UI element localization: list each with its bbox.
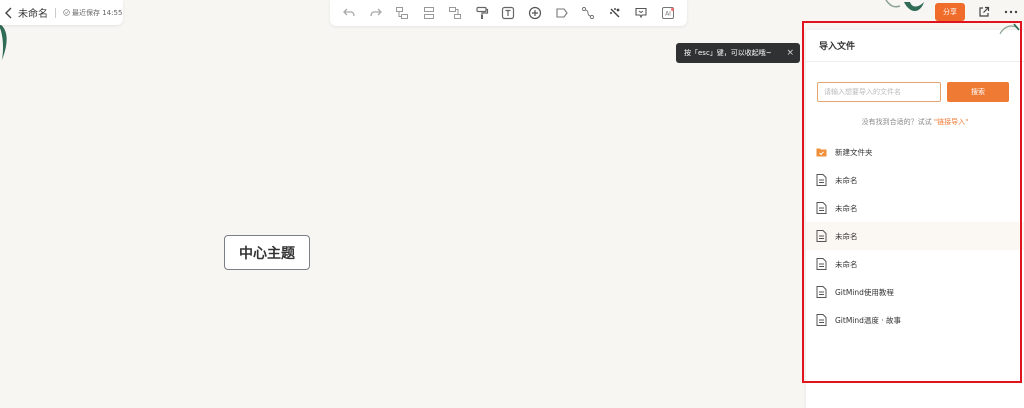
share-button[interactable]: 分享	[935, 3, 965, 21]
no-result-hint: 没有找到合适的？试试 "链接导入"	[806, 117, 1024, 127]
file-icon	[816, 174, 827, 186]
outline-frame-icon	[635, 7, 647, 19]
undo-button[interactable]	[340, 4, 358, 22]
export-button[interactable]	[976, 4, 992, 20]
redo-icon	[370, 8, 382, 17]
more-horizontal-icon	[1004, 10, 1018, 14]
esc-tooltip: 按「esc」键，可以收起哦~ ×	[676, 43, 800, 63]
text-style-icon	[502, 6, 515, 20]
add-circle-button[interactable]	[526, 4, 544, 22]
list-item[interactable]: 未命名	[806, 250, 1024, 278]
external-link-icon	[979, 6, 990, 17]
file-name: 未命名	[835, 259, 858, 269]
leaf-decoration-icon	[0, 24, 7, 60]
import-file-panel: 导入文件 搜索 没有找到合适的？试试 "链接导入" 新建文件夹 未命名 未命名 …	[806, 23, 1024, 408]
ai-button[interactable]: AI	[659, 4, 677, 22]
file-name: GitMind温度 · 故事	[835, 315, 902, 325]
insert-parent-node-icon	[449, 7, 462, 19]
relation-line-icon	[581, 6, 595, 20]
file-name: GitMind使用教程	[835, 287, 894, 297]
file-icon	[816, 230, 827, 242]
list-item[interactable]: 未命名	[806, 166, 1024, 194]
tag-icon	[555, 8, 568, 18]
search-button[interactable]: 搜索	[947, 82, 1009, 102]
list-item[interactable]: GitMind使用教程	[806, 278, 1024, 306]
file-search-row: 搜索	[817, 82, 1009, 102]
esc-tooltip-text: 按「esc」键，可以收起哦~	[684, 49, 772, 57]
summary-icon	[609, 8, 620, 18]
more-button[interactable]	[1002, 4, 1020, 20]
leaf-decoration-icon	[885, 0, 924, 11]
main-toolbar: AI	[330, 0, 687, 26]
link-import-link[interactable]: "链接导入"	[934, 118, 968, 126]
notification-dot	[671, 7, 675, 11]
save-status-text: 最近保存 14:55	[72, 8, 123, 17]
format-painter-button[interactable]	[473, 4, 491, 22]
text-style-button[interactable]	[499, 4, 517, 22]
document-title-bar: 未命名 最近保存 14:55	[0, 0, 123, 25]
list-item[interactable]: 未命名	[806, 222, 1024, 250]
file-icon	[816, 202, 827, 214]
file-name: 新建文件夹	[835, 147, 873, 157]
file-icon	[816, 286, 827, 298]
document-title[interactable]: 未命名	[18, 5, 48, 20]
file-icon	[816, 258, 827, 270]
center-topic-node[interactable]: 中心主题	[224, 235, 310, 270]
undo-icon	[343, 8, 355, 17]
insert-child-node-icon	[396, 7, 409, 19]
relation-line-button[interactable]	[579, 4, 597, 22]
insert-sibling-node-button[interactable]	[420, 4, 438, 22]
save-status: 最近保存 14:55	[63, 8, 122, 18]
file-icon	[816, 314, 827, 326]
tag-button[interactable]	[553, 4, 571, 22]
format-painter-icon	[476, 6, 489, 19]
list-item[interactable]: 未命名	[806, 194, 1024, 222]
file-list: 新建文件夹 未命名 未命名 未命名 未命名 GitMind使用教程 GitMin…	[806, 138, 1024, 334]
panel-title: 导入文件	[806, 30, 1024, 62]
file-name: 未命名	[835, 203, 858, 213]
back-button[interactable]	[2, 3, 14, 23]
insert-sibling-node-icon	[423, 7, 434, 19]
outline-frame-button[interactable]	[632, 4, 650, 22]
svg-text:AI: AI	[665, 11, 671, 18]
insert-parent-node-button[interactable]	[446, 4, 464, 22]
chevron-left-icon	[5, 7, 12, 18]
insert-child-node-button[interactable]	[393, 4, 411, 22]
summary-button[interactable]	[606, 4, 624, 22]
file-search-input[interactable]	[817, 82, 941, 102]
add-circle-icon	[528, 6, 542, 20]
leaf-decoration-icon	[999, 23, 1020, 35]
file-name: 未命名	[835, 231, 858, 241]
file-name: 未命名	[835, 175, 858, 185]
close-tooltip-button[interactable]: ×	[786, 48, 794, 58]
list-item[interactable]: 新建文件夹	[806, 138, 1024, 166]
divider	[55, 7, 56, 18]
redo-button[interactable]	[367, 4, 385, 22]
list-item[interactable]: GitMind温度 · 故事	[806, 306, 1024, 334]
folder-icon	[816, 148, 827, 157]
check-circle-icon	[63, 9, 70, 16]
no-result-text: 没有找到合适的？试试	[861, 118, 932, 126]
